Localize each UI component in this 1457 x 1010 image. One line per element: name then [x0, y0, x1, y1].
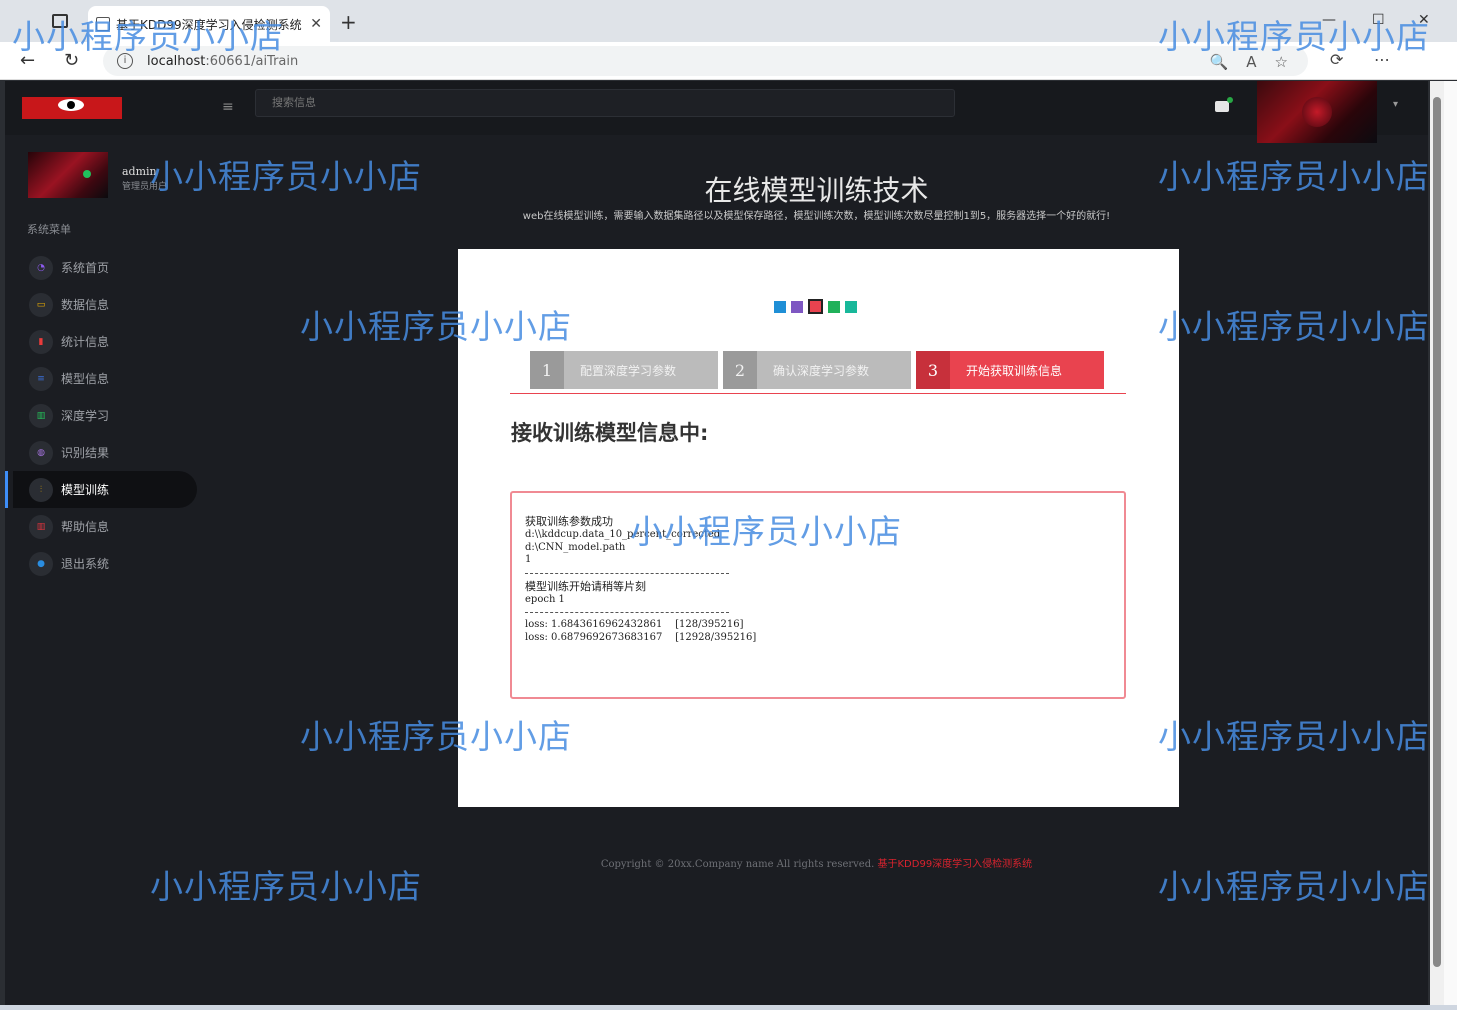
- log-epoch: epoch 1: [525, 593, 565, 605]
- sidebar-item[interactable]: ● 退出系统: [13, 545, 197, 582]
- scrollbar-thumb[interactable]: [1433, 97, 1441, 967]
- watermark: 小小程序员小小店: [630, 512, 902, 551]
- avatar[interactable]: [1257, 81, 1377, 143]
- loading-dot: [828, 300, 840, 313]
- watermark: 小小程序员小小店: [1158, 157, 1430, 196]
- sliders-icon: ⫶: [29, 477, 53, 502]
- footer-copyright: Copyright © 20xx.Company name All rights…: [600, 859, 875, 870]
- sidebar-item[interactable]: ◔ 系统首页: [13, 249, 197, 286]
- watermark: 小小程序员小小店: [300, 307, 572, 346]
- monitor-icon: ▭: [29, 292, 53, 317]
- grid-icon: ▥: [29, 403, 53, 428]
- watermark: 小小程序员小小店: [150, 157, 422, 196]
- sidebar-item-label: 帮助信息: [61, 520, 110, 534]
- watermark: 小小程序员小小店: [1158, 867, 1430, 906]
- sidebar-item[interactable]: ▭ 数据信息: [13, 286, 197, 323]
- watermark: 小小程序员小小店: [1158, 307, 1430, 346]
- sidebar-item-label: 数据信息: [61, 298, 110, 312]
- step-number: 1: [530, 351, 564, 389]
- layers-icon: ≡: [29, 366, 53, 391]
- book-icon: ▥: [29, 514, 53, 539]
- sidebar-item-label: 退出系统: [61, 557, 110, 571]
- watermark: 小小程序员小小店: [300, 717, 572, 756]
- loading-dot: [791, 300, 803, 313]
- eye-icon: [58, 99, 84, 111]
- step-label: 配置深度学习参数: [580, 363, 677, 378]
- step-label: 确认深度学习参数: [773, 363, 870, 378]
- menu-toggle-icon[interactable]: ≡: [222, 99, 234, 115]
- close-tab-icon[interactable]: ✕: [310, 16, 322, 32]
- receive-title: 接收训练模型信息中:: [511, 421, 709, 445]
- step-label: 开始获取训练信息: [966, 363, 1063, 378]
- sidebar-item[interactable]: ▥ 帮助信息: [13, 508, 197, 545]
- step-number: 3: [916, 351, 950, 389]
- mail-icon[interactable]: [1215, 97, 1233, 112]
- page-scrollbar[interactable]: [1430, 81, 1444, 1005]
- log-epochs: 1: [525, 554, 532, 565]
- logo[interactable]: [22, 97, 122, 119]
- watermark: 小小程序员小小店: [12, 17, 284, 56]
- top-navbar: ≡ 搜索信息 ▾: [5, 81, 1428, 143]
- sidebar-item-label: 识别结果: [61, 446, 110, 460]
- footer-link[interactable]: 基于KDD99深度学习入侵检测系统: [878, 859, 1033, 870]
- log-separator: [525, 572, 729, 574]
- sidebar-item-label: 深度学习: [61, 409, 110, 423]
- loading-dot: [808, 299, 823, 314]
- sidebar-item[interactable]: ≡ 模型信息: [13, 360, 197, 397]
- sidebar-item[interactable]: ▮ 统计信息: [13, 323, 197, 360]
- user-photo: [28, 152, 108, 198]
- step-number: 2: [723, 351, 757, 389]
- wizard-step[interactable]: 2 确认深度学习参数: [723, 351, 911, 389]
- watermark: 小小程序员小小店: [1158, 17, 1430, 56]
- sidebar-item-label: 系统首页: [61, 261, 110, 275]
- sidebar-item[interactable]: ⫶ 模型训练: [5, 471, 197, 508]
- sidebar-item-label: 模型信息: [61, 372, 110, 386]
- background-window-edge: [1444, 81, 1457, 1010]
- log-loss-1: loss: 1.6843616962432861 [128/395216]: [525, 619, 744, 630]
- sidebar-item-label: 统计信息: [61, 335, 110, 349]
- steps-divider: [510, 393, 1126, 394]
- bar-chart-icon: ▮: [29, 329, 53, 354]
- menu-title: 系统菜单: [27, 223, 71, 236]
- wizard-step[interactable]: 3 开始获取训练信息: [916, 351, 1104, 389]
- log-start-msg: 模型训练开始请稍等片刻: [525, 579, 646, 593]
- chevron-down-icon[interactable]: ▾: [1393, 99, 1398, 110]
- watermark: 小小程序员小小店: [150, 867, 422, 906]
- wizard-step[interactable]: 1 配置深度学习参数: [530, 351, 718, 389]
- watermark: 小小程序员小小店: [1158, 717, 1430, 756]
- sidebar-item[interactable]: ◍ 识别结果: [13, 434, 197, 471]
- sidebar-item-label: 模型训练: [61, 483, 110, 497]
- sidebar-item[interactable]: ▥ 深度学习: [13, 397, 197, 434]
- page-subtitle: web在线模型训练，需要输入数据集路径以及模型保存路径，模型训练次数，模型训练次…: [522, 211, 1111, 222]
- log-separator: [525, 612, 729, 613]
- sidebar-menu: ◔ 系统首页 ▭ 数据信息 ▮ 统计信息 ≡ 模型信息 ▥ 深度学习 ◍ 识别结果 ⫶ 模型训练 ▥ 帮助信息…: [5, 249, 197, 582]
- loading-dots: [774, 299, 857, 314]
- log-loss-2: loss: 0.6879692673683167 [12928/395216]: [525, 631, 757, 643]
- loading-dot: [845, 300, 857, 313]
- loading-dot: [774, 300, 786, 313]
- step-wizard: 1 配置深度学习参数 2 确认深度学习参数 3 开始获取训练信息: [530, 351, 1104, 389]
- mouse-icon: ◍: [29, 440, 53, 465]
- new-tab-button[interactable]: +: [340, 10, 357, 34]
- gauge-icon: ◔: [29, 255, 53, 280]
- taskbar-edge: [0, 1005, 1457, 1010]
- search-input[interactable]: 搜索信息: [255, 89, 955, 117]
- globe-icon: ●: [29, 551, 53, 576]
